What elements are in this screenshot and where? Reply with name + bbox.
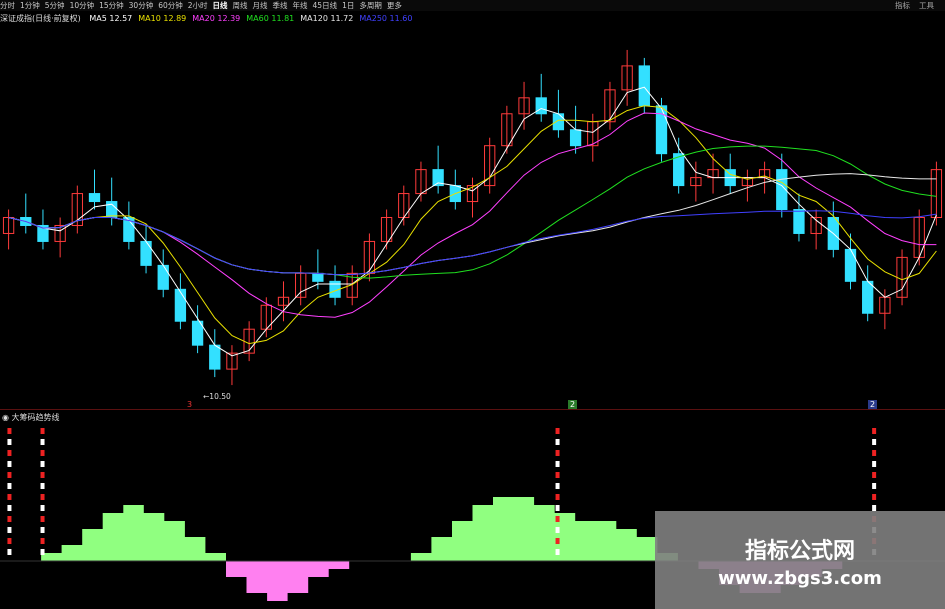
period-tab-0[interactable]: 分时 <box>0 0 15 11</box>
period-tab-2[interactable]: 5分钟 <box>45 0 65 11</box>
signal-bar-segment <box>40 428 45 434</box>
ma-legend-item-1: MA10 12.89 <box>138 14 187 23</box>
period-tab-4[interactable]: 15分钟 <box>99 0 124 11</box>
candle-body <box>638 65 650 107</box>
candle-body <box>157 264 169 290</box>
signal-marker-blue: 2 <box>868 400 878 409</box>
signal-bar-segment <box>872 428 877 434</box>
signal-bar-segment <box>555 505 560 511</box>
signal-bar-segment <box>40 483 45 489</box>
price-chart[interactable] <box>0 26 945 409</box>
signal-bar-segment <box>555 549 560 555</box>
signal-bar-segment <box>7 461 12 467</box>
signal-bar-segment <box>40 494 45 500</box>
signal-bar-segment <box>555 527 560 533</box>
signal-bar-segment <box>40 549 45 555</box>
signal-bar-segment <box>555 461 560 467</box>
signal-bar-segment <box>7 549 12 555</box>
signal-bar-segment <box>40 439 45 445</box>
candle-body <box>655 105 668 155</box>
candle-body <box>535 97 547 115</box>
signal-bar-segment <box>7 494 12 500</box>
signal-bar-segment <box>40 527 45 533</box>
signal-bar-segment <box>555 450 560 456</box>
signal-bar-segment <box>40 516 45 522</box>
signal-bar-segment <box>555 516 560 522</box>
watermark: 指标公式网 www.zbgs3.com <box>655 511 945 609</box>
signal-bar-segment <box>7 472 12 478</box>
ma-legend-item-5: MA250 11.60 <box>359 14 413 23</box>
candle-body <box>209 344 221 370</box>
candle-body <box>569 129 582 147</box>
signal-bar-segment <box>872 472 877 478</box>
period-tab-10[interactable]: 月线 <box>253 0 268 11</box>
ma-legend-item-3: MA60 11.81 <box>246 14 295 23</box>
signal-bar-segment <box>40 538 45 544</box>
period-tab-14[interactable]: 1日 <box>342 0 354 11</box>
watermark-url: www.zbgs3.com <box>718 568 882 589</box>
chart-title: 深证成指(日线·前复权) <box>0 14 81 23</box>
ma-legend: 深证成指(日线·前复权) MA5 12.57 MA10 12.89 MA20 12.… <box>0 13 418 24</box>
low-price-label: ←10.50 <box>203 392 231 401</box>
candle-body <box>793 209 805 234</box>
signal-bar-segment <box>555 428 560 434</box>
signal-bar-segment <box>7 439 12 445</box>
candle-body <box>88 193 101 203</box>
period-tab-13[interactable]: 45日线 <box>313 0 338 11</box>
signal-bar-segment <box>555 472 560 478</box>
candle-body <box>862 280 874 314</box>
candle-body <box>140 240 152 266</box>
signal-bar-segment <box>872 450 877 456</box>
period-tab-12[interactable]: 年线 <box>293 0 308 11</box>
candle-body <box>174 288 187 322</box>
period-tab-5[interactable]: 30分钟 <box>129 0 154 11</box>
period-tab-1[interactable]: 1分钟 <box>20 0 40 11</box>
signal-bar-segment <box>40 450 45 456</box>
signal-bar-segment <box>7 538 12 544</box>
signal-bar-segment <box>40 472 45 478</box>
ma-legend-item-4: MA120 11.72 <box>300 14 354 23</box>
signal-bar-segment <box>7 505 12 511</box>
signal-bar-segment <box>7 527 12 533</box>
toolbar-right-0[interactable]: 指标 <box>895 0 910 11</box>
signal-bar-segment <box>555 494 560 500</box>
signal-bar-segment <box>40 505 45 511</box>
period-tab-6[interactable]: 60分钟 <box>158 0 183 11</box>
period-tab-15[interactable]: 多周期 <box>359 0 382 11</box>
period-tab-9[interactable]: 周线 <box>233 0 248 11</box>
signal-bar-segment <box>7 428 12 434</box>
ma-legend-item-2: MA20 12.39 <box>192 14 241 23</box>
signal-bar-segment <box>7 483 12 489</box>
signal-bar-segment <box>7 450 12 456</box>
toolbar-right-1[interactable]: 工具 <box>919 0 934 11</box>
signal-bar-segment <box>555 439 560 445</box>
signal-bar-segment <box>40 461 45 467</box>
ma-legend-item-0: MA5 12.57 <box>89 14 133 23</box>
period-tab-3[interactable]: 10分钟 <box>70 0 95 11</box>
period-tab-11[interactable]: 季线 <box>273 0 288 11</box>
period-tab-16[interactable]: 更多 <box>387 0 402 11</box>
signal-marker-green: 2 <box>568 400 578 409</box>
candle-body <box>312 272 324 282</box>
candle-body <box>552 113 565 131</box>
signal-bar-segment <box>872 494 877 500</box>
signal-bar-segment <box>555 483 560 489</box>
signal-bar-segment <box>7 516 12 522</box>
signal-bar-segment <box>872 483 877 489</box>
signal-bar-segment <box>872 439 877 445</box>
candle-body <box>844 248 857 282</box>
watermark-title: 指标公式网 <box>744 539 855 564</box>
panel-divider <box>0 409 945 410</box>
signal-marker-red: 3 <box>187 400 193 409</box>
signal-bar-segment <box>872 461 877 467</box>
signal-bar-segment <box>555 538 560 544</box>
period-tab-8[interactable]: 日线 <box>213 0 228 11</box>
period-toolbar: 分时 1分钟 5分钟 10分钟 15分钟 30分钟 60分钟 2小时 日线 周线 月线 季线 年线 45日… <box>0 0 945 11</box>
period-tab-7[interactable]: 2小时 <box>188 0 208 11</box>
